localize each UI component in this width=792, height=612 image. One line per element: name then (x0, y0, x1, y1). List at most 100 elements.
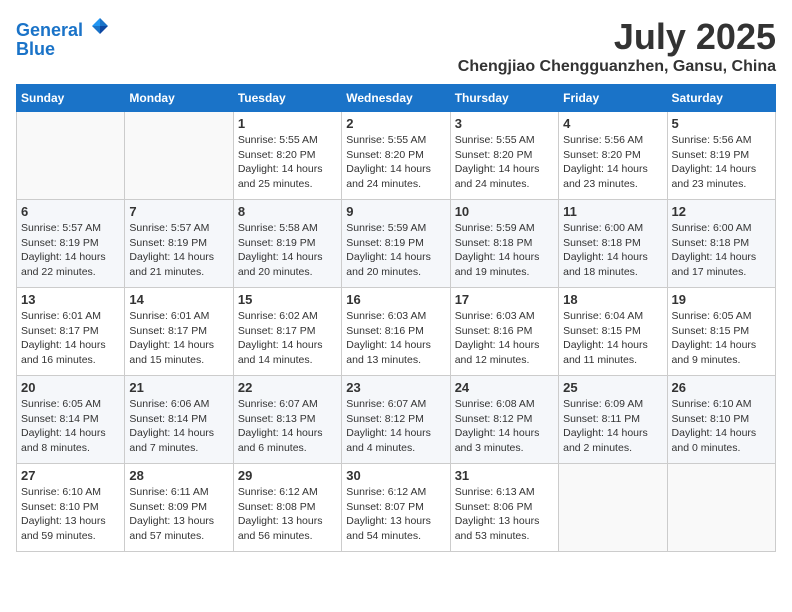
calendar-cell: 14 Sunrise: 6:01 AM Sunset: 8:17 PM Dayli… (125, 288, 233, 376)
calendar-cell: 9 Sunrise: 5:59 AM Sunset: 8:19 PM Daylig… (342, 200, 450, 288)
calendar-cell: 8Sunrise: 5:58 AM Sunset: 8:19 PM Daylig… (233, 200, 341, 288)
logo: General Blue (16, 16, 110, 60)
header-saturday: Saturday (667, 85, 775, 112)
day-number: 31 (455, 468, 554, 483)
calendar-cell (667, 464, 775, 552)
day-number: 8 (238, 204, 337, 219)
calendar-cell: 7Sunrise: 5:57 AM Sunset: 8:19 PM Daylig… (125, 200, 233, 288)
day-number: 11 (563, 204, 662, 219)
day-info: Sunrise: 6:02 AM Sunset: 8:17 PM Dayligh… (238, 309, 337, 368)
day-number: 6 (21, 204, 120, 219)
header-thursday: Thursday (450, 85, 558, 112)
header-tuesday: Tuesday (233, 85, 341, 112)
day-number: 15 (238, 292, 337, 307)
day-info: Sunrise: 6:08 AM Sunset: 8:12 PM Dayligh… (455, 397, 554, 456)
day-number: 21 (129, 380, 228, 395)
header-monday: Monday (125, 85, 233, 112)
calendar-cell (559, 464, 667, 552)
day-number: 3 (455, 116, 554, 131)
day-number: 29 (238, 468, 337, 483)
day-number: 16 (346, 292, 445, 307)
month-title: July 2025 (458, 16, 776, 58)
day-number: 5 (672, 116, 771, 131)
day-info: Sunrise: 6:01 AM Sunset: 8:17 PM Dayligh… (21, 309, 120, 368)
day-number: 4 (563, 116, 662, 131)
calendar-cell: 27 Sunrise: 6:10 AM Sunset: 8:10 PM Dayli… (17, 464, 125, 552)
day-number: 26 (672, 380, 771, 395)
calendar-cell: 29 Sunrise: 6:12 AM Sunset: 8:08 PM Dayli… (233, 464, 341, 552)
calendar-cell: 22Sunrise: 6:07 AM Sunset: 8:13 PM Dayli… (233, 376, 341, 464)
calendar-cell: 13 Sunrise: 6:01 AM Sunset: 8:17 PM Dayli… (17, 288, 125, 376)
day-info: Sunrise: 6:13 AM Sunset: 8:06 PM Dayligh… (455, 485, 554, 544)
calendar-cell: 24 Sunrise: 6:08 AM Sunset: 8:12 PM Dayli… (450, 376, 558, 464)
header-friday: Friday (559, 85, 667, 112)
calendar-cell: 5Sunrise: 5:56 AM Sunset: 8:19 PM Daylig… (667, 112, 775, 200)
header-row: SundayMondayTuesdayWednesdayThursdayFrid… (17, 85, 776, 112)
day-info: Sunrise: 5:59 AM Sunset: 8:18 PM Dayligh… (455, 221, 554, 280)
day-info: Sunrise: 5:59 AM Sunset: 8:19 PM Dayligh… (346, 221, 445, 280)
calendar-cell: 19 Sunrise: 6:05 AM Sunset: 8:15 PM Dayli… (667, 288, 775, 376)
header-sunday: Sunday (17, 85, 125, 112)
week-row-5: 27 Sunrise: 6:10 AM Sunset: 8:10 PM Dayli… (17, 464, 776, 552)
calendar-cell: 23 Sunrise: 6:07 AM Sunset: 8:12 PM Dayli… (342, 376, 450, 464)
calendar-cell (17, 112, 125, 200)
day-info: Sunrise: 6:12 AM Sunset: 8:07 PM Dayligh… (346, 485, 445, 544)
day-info: Sunrise: 6:01 AM Sunset: 8:17 PM Dayligh… (129, 309, 228, 368)
day-info: Sunrise: 6:03 AM Sunset: 8:16 PM Dayligh… (346, 309, 445, 368)
day-info: Sunrise: 6:00 AM Sunset: 8:18 PM Dayligh… (563, 221, 662, 280)
calendar-cell: 15 Sunrise: 6:02 AM Sunset: 8:17 PM Dayli… (233, 288, 341, 376)
location-title: Chengjiao Chengguanzhen, Gansu, China (458, 58, 776, 76)
day-number: 13 (21, 292, 120, 307)
title-block: July 2025 Chengjiao Chengguanzhen, Gansu… (458, 16, 776, 76)
calendar-cell: 10 Sunrise: 5:59 AM Sunset: 8:18 PM Dayli… (450, 200, 558, 288)
day-info: Sunrise: 5:56 AM Sunset: 8:20 PM Dayligh… (563, 133, 662, 192)
calendar-cell: 3Sunrise: 5:55 AM Sunset: 8:20 PM Daylig… (450, 112, 558, 200)
calendar-cell: 18Sunrise: 6:04 AM Sunset: 8:15 PM Dayli… (559, 288, 667, 376)
calendar-cell: 30Sunrise: 6:12 AM Sunset: 8:07 PM Dayli… (342, 464, 450, 552)
day-number: 24 (455, 380, 554, 395)
day-number: 12 (672, 204, 771, 219)
day-info: Sunrise: 6:12 AM Sunset: 8:08 PM Dayligh… (238, 485, 337, 544)
day-info: Sunrise: 6:10 AM Sunset: 8:10 PM Dayligh… (21, 485, 120, 544)
day-number: 9 (346, 204, 445, 219)
day-number: 23 (346, 380, 445, 395)
calendar-cell: 4 Sunrise: 5:56 AM Sunset: 8:20 PM Daylig… (559, 112, 667, 200)
day-info: Sunrise: 6:10 AM Sunset: 8:10 PM Dayligh… (672, 397, 771, 456)
day-info: Sunrise: 6:05 AM Sunset: 8:15 PM Dayligh… (672, 309, 771, 368)
day-number: 14 (129, 292, 228, 307)
week-row-3: 13 Sunrise: 6:01 AM Sunset: 8:17 PM Dayli… (17, 288, 776, 376)
day-number: 20 (21, 380, 120, 395)
day-number: 17 (455, 292, 554, 307)
day-info: Sunrise: 6:11 AM Sunset: 8:09 PM Dayligh… (129, 485, 228, 544)
day-info: Sunrise: 6:05 AM Sunset: 8:14 PM Dayligh… (21, 397, 120, 456)
day-info: Sunrise: 6:07 AM Sunset: 8:12 PM Dayligh… (346, 397, 445, 456)
day-info: Sunrise: 5:55 AM Sunset: 8:20 PM Dayligh… (238, 133, 337, 192)
calendar-cell: 21Sunrise: 6:06 AM Sunset: 8:14 PM Dayli… (125, 376, 233, 464)
calendar-cell: 20 Sunrise: 6:05 AM Sunset: 8:14 PM Dayli… (17, 376, 125, 464)
calendar-cell: 1 Sunrise: 5:55 AM Sunset: 8:20 PM Daylig… (233, 112, 341, 200)
day-info: Sunrise: 6:09 AM Sunset: 8:11 PM Dayligh… (563, 397, 662, 456)
calendar-cell: 2Sunrise: 5:55 AM Sunset: 8:20 PM Daylig… (342, 112, 450, 200)
calendar-cell: 6 Sunrise: 5:57 AM Sunset: 8:19 PM Daylig… (17, 200, 125, 288)
day-number: 25 (563, 380, 662, 395)
calendar-cell: 17 Sunrise: 6:03 AM Sunset: 8:16 PM Dayli… (450, 288, 558, 376)
day-info: Sunrise: 5:57 AM Sunset: 8:19 PM Dayligh… (129, 221, 228, 280)
day-number: 27 (21, 468, 120, 483)
calendar-table: SundayMondayTuesdayWednesdayThursdayFrid… (16, 84, 776, 552)
header-wednesday: Wednesday (342, 85, 450, 112)
calendar-cell: 12Sunrise: 6:00 AM Sunset: 8:18 PM Dayli… (667, 200, 775, 288)
day-number: 10 (455, 204, 554, 219)
calendar-cell: 28Sunrise: 6:11 AM Sunset: 8:09 PM Dayli… (125, 464, 233, 552)
day-number: 19 (672, 292, 771, 307)
day-info: Sunrise: 5:57 AM Sunset: 8:19 PM Dayligh… (21, 221, 120, 280)
day-number: 18 (563, 292, 662, 307)
day-info: Sunrise: 6:07 AM Sunset: 8:13 PM Dayligh… (238, 397, 337, 456)
logo-text: General (16, 16, 110, 41)
calendar-cell: 25 Sunrise: 6:09 AM Sunset: 8:11 PM Dayli… (559, 376, 667, 464)
calendar-cell: 11 Sunrise: 6:00 AM Sunset: 8:18 PM Dayli… (559, 200, 667, 288)
day-number: 1 (238, 116, 337, 131)
calendar-cell (125, 112, 233, 200)
day-info: Sunrise: 6:03 AM Sunset: 8:16 PM Dayligh… (455, 309, 554, 368)
week-row-1: 1 Sunrise: 5:55 AM Sunset: 8:20 PM Daylig… (17, 112, 776, 200)
page-header: General Blue July 2025 Chengjiao Chenggu… (16, 16, 776, 76)
